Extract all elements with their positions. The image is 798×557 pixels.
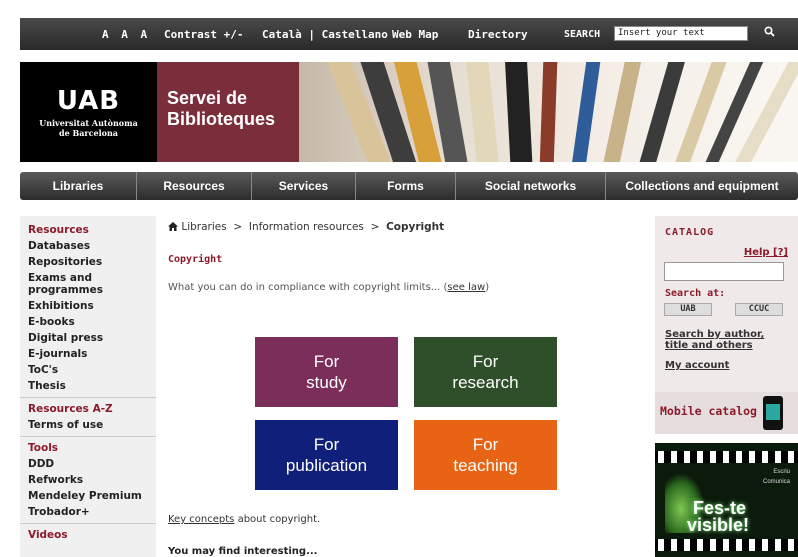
language-links[interactable]: Català | Castellano xyxy=(262,28,388,41)
mobile-catalog-link[interactable]: Mobile catalog xyxy=(655,392,798,434)
breadcrumb-separator: > xyxy=(233,221,243,233)
page-title: Copyright xyxy=(168,254,223,265)
sidebar-item-exhibitions[interactable]: Exhibitions xyxy=(28,298,156,314)
directory-link[interactable]: Directory xyxy=(468,28,528,41)
search-by-author-link[interactable]: Search by author, title and others xyxy=(665,329,764,351)
header-banner: UAB Universitat Autònoma de Barcelona Se… xyxy=(20,62,798,162)
catalog-search-input[interactable] xyxy=(664,262,784,281)
main-navigation: Libraries Resources Services Forms Socia… xyxy=(20,172,798,200)
sidebar-item-trobador[interactable]: Trobador+ xyxy=(28,504,156,520)
nav-resources[interactable]: Resources xyxy=(137,172,252,200)
sidebar-item-programmes[interactable]: programmes xyxy=(28,284,156,296)
breadcrumb-information-resources[interactable]: Information resources xyxy=(249,221,364,233)
nav-services[interactable]: Services xyxy=(252,172,356,200)
catalog-option-ccuc[interactable]: CCUC xyxy=(735,303,783,316)
sidebar-divider xyxy=(20,397,156,398)
books-banner-image xyxy=(299,62,798,162)
left-sidebar: Resources Databases Repositories Exams a… xyxy=(20,216,156,557)
intro-text: What you can do in compliance with copyr… xyxy=(168,282,490,293)
sidebar-item-digital-press[interactable]: Digital press xyxy=(28,330,156,346)
font-size-control[interactable]: A A A xyxy=(102,28,150,41)
nav-collections-equipment[interactable]: Collections and equipment xyxy=(606,172,798,200)
nav-libraries[interactable]: Libraries xyxy=(20,172,137,200)
key-concepts-text: Key concepts about copyright. xyxy=(168,514,321,525)
site-title[interactable]: Servei de Biblioteques xyxy=(157,62,299,162)
sidebar-item-databases[interactable]: Databases xyxy=(28,238,156,254)
breadcrumb-libraries[interactable]: Libraries xyxy=(181,221,226,233)
sidebar-item-repositories[interactable]: Repositories xyxy=(28,254,156,270)
search-at-label: Search at: xyxy=(665,288,726,299)
fes-te-visible-banner[interactable]: Escriu Comunica Fes-te visible! xyxy=(655,443,798,557)
sidebar-item-exams[interactable]: Exams and xyxy=(28,272,156,284)
logo-mark: UAB xyxy=(56,86,121,116)
home-icon[interactable] xyxy=(168,221,181,233)
see-law-link[interactable]: see law xyxy=(447,282,485,293)
my-account-link[interactable]: My account xyxy=(665,360,729,371)
for-publication-tile[interactable]: For publication xyxy=(255,420,398,490)
web-map-link[interactable]: Web Map xyxy=(392,28,438,41)
breadcrumb-separator: > xyxy=(370,221,380,233)
search-label: SEARCH xyxy=(564,28,601,40)
sidebar-item-refworks[interactable]: Refworks xyxy=(28,472,156,488)
contrast-link[interactable]: Contrast +/- xyxy=(164,28,243,41)
nav-forms[interactable]: Forms xyxy=(356,172,456,200)
mobile-phone-icon xyxy=(763,396,783,430)
film-strip-top xyxy=(655,451,798,463)
sidebar-heading-resources[interactable]: Resources xyxy=(28,222,156,238)
search-icon[interactable] xyxy=(760,24,778,42)
catalog-title: CATALOG xyxy=(665,227,715,238)
sidebar-heading-tools[interactable]: Tools xyxy=(28,440,156,456)
key-concepts-link[interactable]: Key concepts xyxy=(168,514,234,525)
sidebar-divider xyxy=(20,436,156,437)
catalog-help-link[interactable]: Help [?] xyxy=(744,247,788,258)
sidebar-item-terms-of-use[interactable]: Terms of use xyxy=(28,417,156,433)
top-utility-bar: A A A Contrast +/- Català | Castellano W… xyxy=(20,18,798,50)
sidebar-item-mendeley[interactable]: Mendeley Premium xyxy=(28,488,156,504)
sidebar-item-thesis[interactable]: Thesis xyxy=(28,378,156,394)
catalog-option-uab[interactable]: UAB xyxy=(664,303,712,316)
logo-subtitle: Universitat Autònoma de Barcelona xyxy=(39,118,138,138)
sidebar-heading-videos[interactable]: Videos xyxy=(28,527,156,543)
uab-logo[interactable]: UAB Universitat Autònoma de Barcelona xyxy=(20,62,157,162)
sidebar-item-tocs[interactable]: ToC's xyxy=(28,362,156,378)
breadcrumb: Libraries > Information resources > Copy… xyxy=(168,221,444,233)
sidebar-item-ddd[interactable]: DDD xyxy=(28,456,156,472)
breadcrumb-current: Copyright xyxy=(386,221,445,233)
catalog-panel: CATALOG Help [?] Search at: UAB CCUC Sea… xyxy=(655,216,798,434)
sidebar-item-ejournals[interactable]: E-journals xyxy=(28,346,156,362)
for-study-tile[interactable]: For study xyxy=(255,337,398,407)
mobile-catalog-label: Mobile catalog xyxy=(660,404,757,418)
promo-headline-2: visible! xyxy=(687,515,750,535)
nav-social-networks[interactable]: Social networks xyxy=(456,172,606,200)
sidebar-item-ebooks[interactable]: E-books xyxy=(28,314,156,330)
for-research-tile[interactable]: For research xyxy=(414,337,557,407)
may-find-interesting-heading: You may find interesting... xyxy=(168,546,318,557)
sidebar-heading-resources-az[interactable]: Resources A-Z xyxy=(28,401,156,417)
for-teaching-tile[interactable]: For teaching xyxy=(414,420,557,490)
search-input[interactable]: Insert your text xyxy=(614,26,748,41)
film-strip-bottom xyxy=(655,539,798,551)
sidebar-divider xyxy=(20,523,156,524)
